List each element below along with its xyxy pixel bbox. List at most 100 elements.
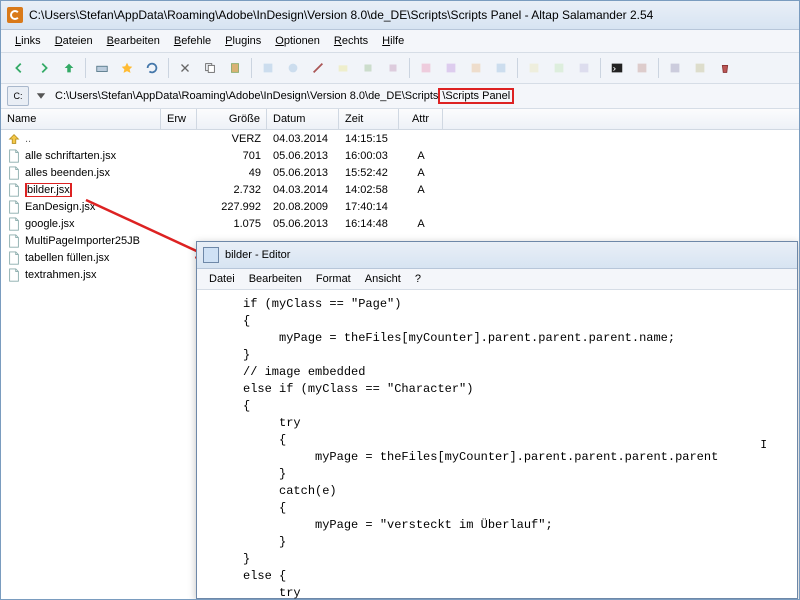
file-date: 05.06.2013	[267, 218, 339, 230]
tool-icon[interactable]	[381, 56, 405, 80]
file-attr: A	[399, 218, 443, 230]
file-size: 701	[197, 150, 267, 162]
file-attr: A	[399, 167, 443, 179]
tool-icon[interactable]	[688, 56, 712, 80]
file-name: alles beenden.jsx	[25, 167, 110, 179]
tool-icon[interactable]	[281, 56, 305, 80]
col-time[interactable]: Zeit	[339, 109, 399, 129]
tool-icon[interactable]	[356, 56, 380, 80]
tool-icon[interactable]	[572, 56, 596, 80]
file-time: 15:52:42	[339, 167, 399, 179]
file-icon	[7, 234, 21, 248]
terminal-button[interactable]	[605, 56, 629, 80]
menu-rechts[interactable]: Rechts	[328, 33, 374, 49]
menu-links[interactable]: Links	[9, 33, 47, 49]
file-time: 16:00:03	[339, 150, 399, 162]
file-size: VERZ	[197, 133, 267, 145]
file-time: 14:15:15	[339, 133, 399, 145]
refresh-button[interactable]	[140, 56, 164, 80]
table-row[interactable]: alles beenden.jsx4905.06.201315:52:42A	[1, 164, 799, 181]
tool-icon[interactable]	[522, 56, 546, 80]
file-name: MultiPageImporter25JB	[25, 235, 140, 247]
nav-up-button[interactable]	[57, 56, 81, 80]
tool-icon[interactable]	[547, 56, 571, 80]
window-title: C:\Users\Stefan\AppData\Roaming\Adobe\In…	[29, 8, 793, 22]
file-size: 2.732	[197, 184, 267, 196]
titlebar[interactable]: C:\Users\Stefan\AppData\Roaming\Adobe\In…	[1, 1, 799, 30]
menu-plugins[interactable]: Plugins	[219, 33, 267, 49]
column-headers: Name Erw Größe Datum Zeit Attr	[1, 109, 799, 130]
copy-button[interactable]	[198, 56, 222, 80]
tool-icon[interactable]	[439, 56, 463, 80]
file-icon	[7, 149, 21, 163]
col-date[interactable]: Datum	[267, 109, 339, 129]
tool-icon[interactable]	[306, 56, 330, 80]
file-name: alle schriftarten.jsx	[25, 150, 116, 162]
toolbar	[1, 53, 799, 84]
file-time: 14:02:58	[339, 184, 399, 196]
editor-textarea[interactable]: if (myClass == "Page") { myPage = theFil…	[197, 290, 797, 600]
file-date: 05.06.2013	[267, 150, 339, 162]
favorites-button[interactable]	[115, 56, 139, 80]
tool-icon[interactable]	[630, 56, 654, 80]
editor-menu-datei[interactable]: Datei	[203, 272, 241, 286]
col-size[interactable]: Größe	[197, 109, 267, 129]
paste-button[interactable]	[223, 56, 247, 80]
editor-menubar: Datei Bearbeiten Format Ansicht ?	[197, 269, 797, 290]
menu-dateien[interactable]: Dateien	[49, 33, 99, 49]
editor-title: bilder - Editor	[225, 249, 290, 261]
tool-icon[interactable]	[663, 56, 687, 80]
file-name: google.jsx	[25, 218, 75, 230]
salamander-window: C:\Users\Stefan\AppData\Roaming\Adobe\In…	[0, 0, 800, 600]
nav-back-button[interactable]	[7, 56, 31, 80]
menu-hilfe[interactable]: Hilfe	[376, 33, 410, 49]
editor-menu-help[interactable]: ?	[409, 272, 427, 286]
menubar: Links Dateien Bearbeiten Befehle Plugins…	[1, 30, 799, 53]
editor-menu-format[interactable]: Format	[310, 272, 357, 286]
file-icon	[7, 217, 21, 231]
tool-icon[interactable]	[464, 56, 488, 80]
col-name[interactable]: Name	[1, 109, 161, 129]
table-row[interactable]: bilder.jsx2.73204.03.201414:02:58A	[1, 181, 799, 198]
drive-dropdown-icon[interactable]	[33, 88, 49, 104]
table-row[interactable]: google.jsx1.07505.06.201316:14:48A	[1, 215, 799, 232]
delete-button[interactable]	[713, 56, 737, 80]
file-date: 04.03.2014	[267, 133, 339, 145]
table-row[interactable]: ..VERZ04.03.201414:15:15	[1, 130, 799, 147]
nav-fwd-button[interactable]	[32, 56, 56, 80]
current-path[interactable]: C:\Users\Stefan\AppData\Roaming\Adobe\In…	[53, 89, 516, 103]
file-attr: A	[399, 150, 443, 162]
tool-icon[interactable]	[331, 56, 355, 80]
text-cursor-icon: I	[760, 438, 767, 451]
table-row[interactable]: alle schriftarten.jsx 70105.06.201316:00:…	[1, 147, 799, 164]
file-date: 04.03.2014	[267, 184, 339, 196]
path-prefix: C:\Users\Stefan\AppData\Roaming\Adobe\In…	[55, 90, 438, 102]
menu-optionen[interactable]: Optionen	[269, 33, 326, 49]
table-row[interactable]: EanDesign.jsx227.99220.08.200917:40:14	[1, 198, 799, 215]
editor-menu-ansicht[interactable]: Ansicht	[359, 272, 407, 286]
file-attr: A	[399, 184, 443, 196]
tool-icon[interactable]	[414, 56, 438, 80]
file-date: 20.08.2009	[267, 201, 339, 213]
file-time: 16:14:48	[339, 218, 399, 230]
drive-button[interactable]	[90, 56, 114, 80]
pathbar: C: C:\Users\Stefan\AppData\Roaming\Adobe…	[1, 84, 799, 109]
drive-selector[interactable]: C:	[7, 86, 29, 106]
editor-window[interactable]: bilder - Editor Datei Bearbeiten Format …	[196, 241, 798, 599]
menu-bearbeiten[interactable]: Bearbeiten	[101, 33, 166, 49]
editor-titlebar[interactable]: bilder - Editor	[197, 242, 797, 269]
editor-menu-bearbeiten[interactable]: Bearbeiten	[243, 272, 308, 286]
up-folder-icon	[7, 132, 21, 146]
tool-icon[interactable]	[489, 56, 513, 80]
app-icon	[7, 7, 23, 23]
menu-befehle[interactable]: Befehle	[168, 33, 217, 49]
file-name: EanDesign.jsx	[25, 201, 95, 213]
file-icon	[7, 200, 21, 214]
file-icon	[7, 183, 21, 197]
cut-button[interactable]	[173, 56, 197, 80]
col-attr[interactable]: Attr	[399, 109, 443, 129]
tool-icon[interactable]	[256, 56, 280, 80]
file-icon	[7, 268, 21, 282]
col-ext[interactable]: Erw	[161, 109, 197, 129]
file-time: 17:40:14	[339, 201, 399, 213]
